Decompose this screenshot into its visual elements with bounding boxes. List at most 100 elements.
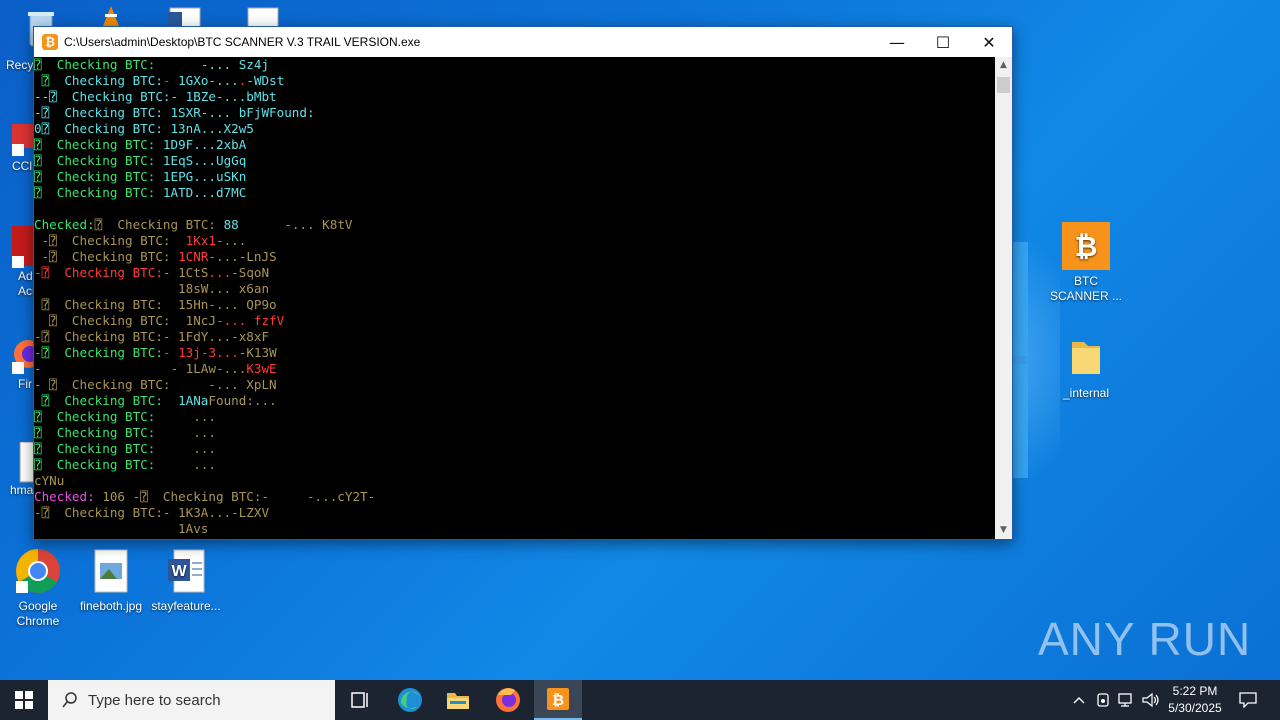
- minimize-button[interactable]: —: [874, 27, 920, 57]
- show-hidden-icons-button[interactable]: [1068, 680, 1090, 720]
- console-line: - ⍰ Checking BTC: -... XpLN: [34, 377, 995, 393]
- desktop-icon-label: BTC SCANNER ...: [1049, 274, 1122, 303]
- console-text: ...: [193, 409, 216, 424]
- desktop-icon-hma[interactable]: hma: [10, 441, 35, 497]
- chrome-icon: [14, 547, 62, 595]
- taskbar-file-explorer[interactable]: [434, 680, 482, 720]
- taskbar-edge[interactable]: [386, 680, 434, 720]
- console-text: -⍰ Checking BTC:: [34, 249, 179, 264]
- folder-icon: [1062, 334, 1110, 382]
- console-text: 1CNR: [178, 249, 209, 264]
- windows-logo-icon: [15, 691, 33, 709]
- desktop-icon-fineboth[interactable]: fineboth.jpg: [73, 547, 149, 614]
- scrollbar-thumb[interactable]: [997, 77, 1010, 93]
- console-text: 1GXo-...: [178, 73, 239, 88]
- title-bar[interactable]: ₿ C:\Users\admin\Desktop\BTC SCANNER V.3…: [34, 27, 1012, 57]
- console-text: ⍰ Checking BTC:: [34, 185, 163, 200]
- device-icon: [1097, 693, 1109, 707]
- console-text: ...: [208, 265, 232, 280]
- console-text: -⍰ Checking BTC:: [34, 265, 163, 280]
- console-text: 88: [223, 217, 285, 232]
- firefox-icon: [12, 340, 42, 374]
- desktop-icon-label: CCl: [12, 159, 32, 173]
- close-button[interactable]: ✕: [966, 27, 1012, 57]
- windows-logo-pane-top: [1012, 242, 1028, 356]
- console-text: ⍰ Checking BTC:: [34, 137, 163, 152]
- console-line: ⍰ Checking BTC: 1EqS...UgGq: [34, 153, 995, 169]
- console-text: ⍰ Checking BTC:: [34, 393, 179, 408]
- desktop-icon-internal-folder[interactable]: _internal: [1048, 334, 1124, 401]
- console-text: ...: [193, 441, 216, 456]
- taskbar-search-box[interactable]: Type here to search: [48, 680, 335, 720]
- notification-icon: [1239, 692, 1257, 708]
- console-line: ⍰ Checking BTC: 1NcJ-... fzfV: [34, 313, 995, 329]
- anyrun-watermark: ANY RUN: [1038, 613, 1252, 665]
- console-line: ⍰ Checking BTC:- 1GXo-....-WDst: [34, 73, 995, 89]
- task-view-button[interactable]: [336, 680, 384, 720]
- console-text: -⍰ Checking BTC:: [34, 233, 186, 248]
- console-text: cYNu: [34, 473, 65, 488]
- console-text: 1ANa: [178, 393, 209, 408]
- desktop-icon-stayfeature[interactable]: W stayfeature...: [148, 547, 224, 614]
- console-text: 106 -⍰ Checking BTC:- -...cY2T-: [102, 489, 376, 504]
- console-line: Checked:⍰ Checking BTC: 88 -... K8tV: [34, 217, 995, 233]
- console-line: ⍰ Checking BTC: ...: [34, 409, 995, 425]
- hma-icon: [19, 441, 35, 483]
- taskbar-firefox[interactable]: [484, 680, 532, 720]
- console-text: ⍰ Checking BTC: 15Hn-... QP9o: [34, 297, 277, 312]
- svg-text:W: W: [171, 563, 187, 580]
- maximize-button[interactable]: ☐: [920, 27, 966, 57]
- taskbar-clock[interactable]: 5:22 PM 5/30/2025: [1160, 683, 1230, 717]
- console-line: ⍰ Checking BTC: ...: [34, 457, 995, 473]
- search-placeholder: Type here to search: [88, 691, 221, 709]
- window-title: C:\Users\admin\Desktop\BTC SCANNER V.3 T…: [64, 35, 421, 49]
- console-text: Checked:: [34, 217, 95, 232]
- console-text: ⍰ Checking BTC:: [34, 441, 194, 456]
- console-line: ⍰ Checking BTC: -... Sz4j: [34, 57, 995, 73]
- console-text: ⍰ Checking BTC:: [34, 153, 163, 168]
- desktop-icon-btc-scanner[interactable]: ₿ BTC SCANNER ...: [1048, 222, 1124, 304]
- console-text: -WDst: [246, 73, 285, 88]
- desktop-icon-label: fineboth.jpg: [79, 599, 143, 613]
- console-line: 0⍰ Checking BTC: 13nA...X2w5: [34, 121, 995, 137]
- start-button[interactable]: [0, 680, 48, 720]
- edge-icon: [398, 688, 422, 712]
- desktop-icon-label: stayfeature...: [151, 599, 221, 613]
- word-document-icon: W: [162, 547, 210, 595]
- image-file-icon: [87, 547, 135, 595]
- vertical-scrollbar[interactable]: ▲ ▼: [995, 57, 1012, 539]
- console-text: -: [34, 345, 42, 360]
- tray-volume-icon[interactable]: [1140, 680, 1162, 720]
- console-line: ⍰ Checking BTC: 1ANaFound:...: [34, 393, 995, 409]
- console-text: ⍰ Checking BTC:: [34, 169, 163, 184]
- task-view-icon: [351, 692, 368, 708]
- console-text: 1ATD...d7MC: [162, 185, 247, 200]
- console-text: - 13j-3...: [162, 345, 239, 360]
- desktop-icon-firefox[interactable]: Fir: [12, 340, 42, 391]
- tray-device-icon[interactable]: [1092, 680, 1114, 720]
- console-text: - - 1LAw-...: [34, 361, 247, 376]
- console-text: K3wE: [246, 361, 277, 376]
- scroll-up-arrow-icon[interactable]: ▲: [995, 57, 1012, 74]
- console-line: 1Avs: [34, 521, 995, 537]
- console-text: ⍰ Checking BTC:: [34, 457, 194, 472]
- scroll-down-arrow-icon[interactable]: ▼: [995, 522, 1012, 539]
- console-line: ⍰ Checking BTC: ...: [34, 425, 995, 441]
- desktop-icon-ccleaner[interactable]: CCl: [12, 124, 34, 173]
- console-text: ...: [193, 425, 216, 440]
- console-text: ⍰ Checking BTC:: [94, 217, 224, 232]
- console-line: -⍰ Checking BTC:- 1K3A...-LZXV: [34, 505, 995, 521]
- desktop-icon-google-chrome[interactable]: Google Chrome: [0, 547, 76, 629]
- console-window[interactable]: ₿ C:\Users\admin\Desktop\BTC SCANNER V.3…: [33, 26, 1013, 540]
- console-text: -... Sz4j: [200, 57, 270, 72]
- console-text: -... K8tV: [284, 217, 353, 232]
- tray-network-icon[interactable]: [1116, 680, 1138, 720]
- console-output[interactable]: ⍰ Checking BTC: -... Sz4j ⍰ Checking BTC…: [34, 57, 995, 539]
- chevron-up-icon: [1073, 697, 1085, 704]
- taskbar-btc-scanner[interactable]: ₿: [534, 680, 582, 720]
- console-text: -⍰ Checking BTC: 1SXR-... bFjWFound:: [34, 105, 315, 120]
- console-text: -...-LnJS: [208, 249, 277, 264]
- notifications-button[interactable]: [1236, 680, 1260, 720]
- console-line: 18sW... x6an: [34, 281, 995, 297]
